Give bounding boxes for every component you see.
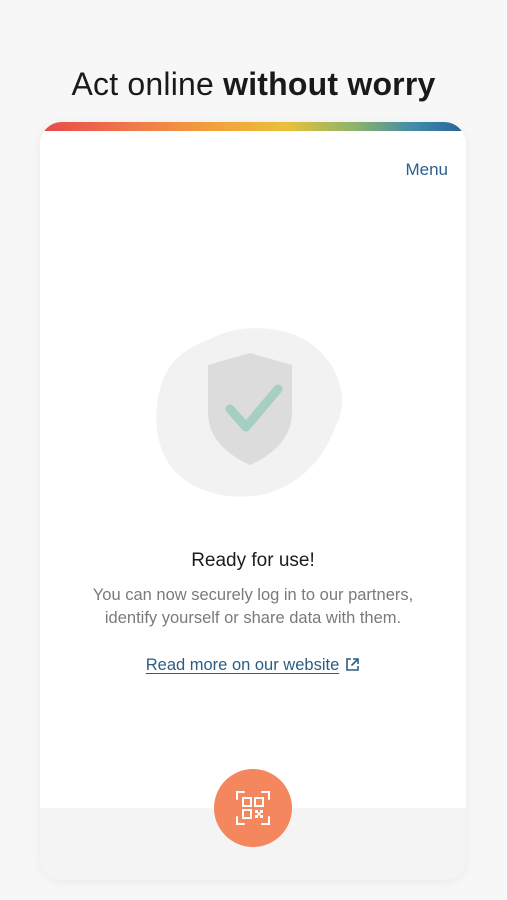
headline: Act online without worry [0, 66, 507, 103]
read-more-link[interactable]: Read more on our website [40, 656, 466, 675]
headline-regular: Act online [71, 66, 224, 102]
external-link-icon [346, 658, 360, 671]
read-more-label: Read more on our website [145, 656, 340, 674]
status-description: You can now securely log in to our partn… [92, 586, 414, 627]
scan-qr-button[interactable] [214, 769, 292, 847]
menu-button[interactable]: Menu [405, 160, 448, 180]
qr-scan-icon [236, 791, 270, 825]
status-title: Ready for use! [191, 550, 315, 571]
shield-check-icon [150, 317, 350, 507]
headline-bold: without worry [223, 66, 436, 102]
app-screen: Menu Ready for use! You can now securely… [40, 122, 466, 880]
brand-gradient-bar [40, 122, 466, 131]
